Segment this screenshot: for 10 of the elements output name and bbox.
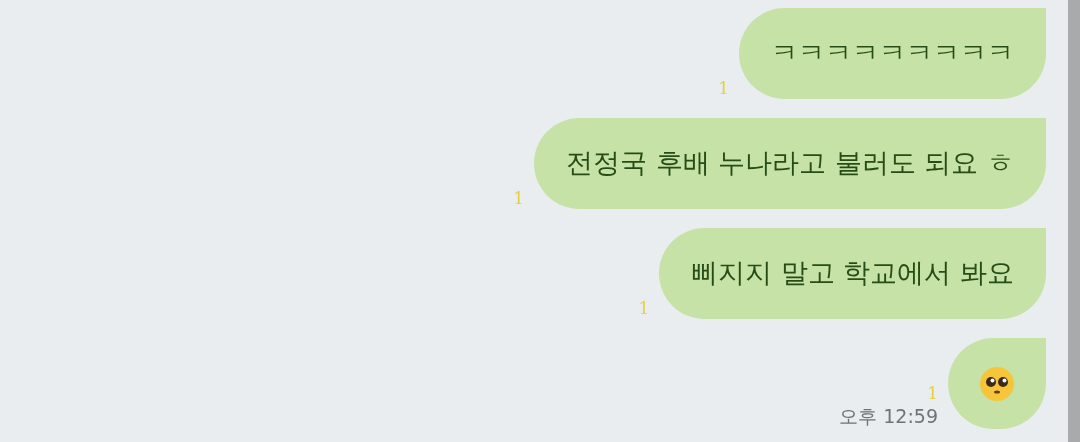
read-count: 1 <box>718 80 729 97</box>
scrollbar[interactable] <box>1068 0 1080 442</box>
message-bubble: 전정국 후배 누나라고 불러도 되요 ㅎ <box>534 118 1046 209</box>
message-bubble: 삐지지 말고 학교에서 봐요 <box>659 228 1046 319</box>
message-bubble: ㅋㅋㅋㅋㅋㅋㅋㅋㅋ <box>739 8 1046 99</box>
message-time: 오후 12:59 <box>839 406 938 427</box>
pleading-face-icon <box>979 365 1015 402</box>
read-count: 1 <box>638 300 650 317</box>
read-count: 1 <box>927 385 938 403</box>
read-count: 1 <box>513 190 525 207</box>
